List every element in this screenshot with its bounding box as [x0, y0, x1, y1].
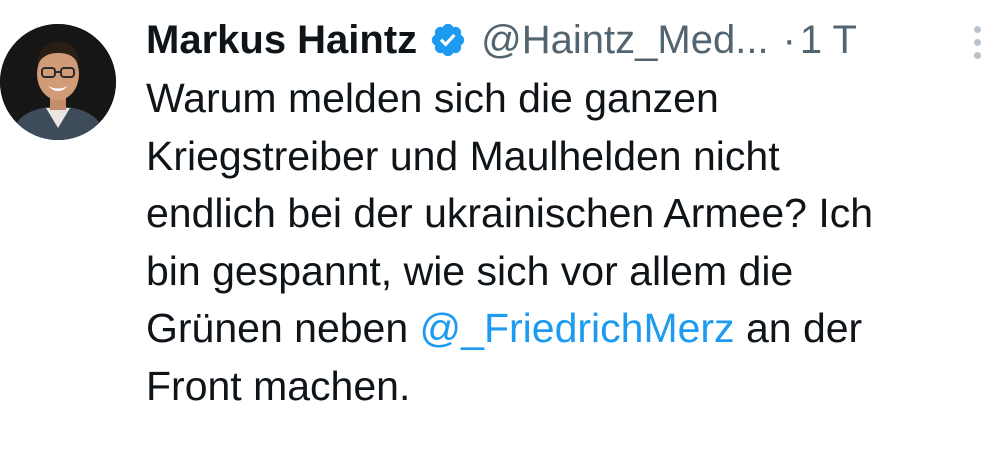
avatar[interactable] [0, 24, 116, 140]
tweet-text-line: endlich bei der ukrainischen Armee? Ich [146, 190, 874, 236]
more-dot [973, 52, 981, 59]
tweet-header: Markus Haintz @Haintz_Med... · 1 T [146, 14, 857, 66]
mention-link[interactable]: @_FriedrichMerz [420, 305, 735, 351]
tweet-text-segment: an der [734, 305, 863, 351]
tweet-text-line: Warum melden sich die ganzen [146, 75, 719, 121]
author-handle[interactable]: @Haintz_Med... [481, 18, 768, 63]
tweet-timestamp[interactable]: 1 T [800, 18, 857, 63]
header-separator: · [782, 17, 796, 62]
tweet-text: Warum melden sich die ganzen Kriegstreib… [146, 70, 986, 415]
tweet-text-segment: Grünen neben [146, 305, 420, 351]
author-display-name[interactable]: Markus Haintz [146, 18, 417, 63]
more-dot [973, 39, 981, 46]
tweet-text-line: Grünen neben @_FriedrichMerz an der [146, 300, 986, 358]
more-options-icon[interactable] [964, 26, 990, 66]
tweet[interactable]: Markus Haintz @Haintz_Med... · 1 T Warum… [0, 0, 1003, 461]
verified-badge-icon [431, 23, 465, 57]
more-dot [973, 26, 981, 33]
profile-photo-icon [0, 24, 116, 140]
tweet-text-line: Front machen. [146, 362, 411, 409]
tweet-text-line: bin gespannt, wie sich vor allem die [146, 247, 794, 294]
tweet-text-line: Kriegstreiber und Maulhelden nicht [146, 132, 780, 179]
